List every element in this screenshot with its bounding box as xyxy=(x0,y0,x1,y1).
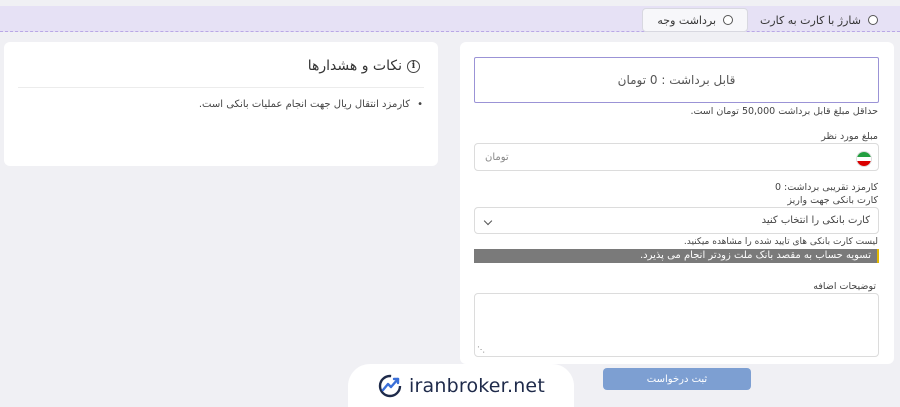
amount-label: مبلغ مورد نظر xyxy=(821,131,878,142)
fee-text: کارمزد تقریبی برداشت: 0 xyxy=(774,182,878,193)
info-icon: i xyxy=(407,59,420,73)
radio-icon[interactable] xyxy=(723,15,733,25)
amount-field[interactable]: تومان xyxy=(474,143,879,171)
radio-icon[interactable] xyxy=(868,15,878,25)
tab-bar: شارژ با کارت به کارت برداشت وجه xyxy=(0,6,900,32)
description-label: توضیحات اضافه xyxy=(813,281,876,292)
trend-chart-icon xyxy=(378,374,402,397)
settlement-notice: تسویه حساب به مقصد بانک ملت زودتر انجام … xyxy=(474,249,879,263)
card-label: کارت بانکی جهت واریز xyxy=(787,195,878,206)
chevron-down-icon xyxy=(483,216,493,226)
min-amount-note: حداقل مبلغ قابل برداشت 50,000 تومان است. xyxy=(690,106,878,117)
submit-request-button[interactable]: ثبت درخواست xyxy=(603,368,751,390)
iran-flag-icon xyxy=(856,151,872,167)
logo-text: iranbroker.net xyxy=(409,374,545,397)
amount-placeholder: تومان xyxy=(485,152,509,163)
card-hint: لیست کارت بانکی های تایید شده را مشاهده … xyxy=(683,237,878,247)
select-value: کارت بانکی را انتخاب کنید xyxy=(761,215,870,226)
description-textarea[interactable]: ⋰ xyxy=(474,293,879,357)
balance-display: قابل برداشت : 0 تومان xyxy=(474,57,879,103)
bank-card-select[interactable]: کارت بانکی را انتخاب کنید xyxy=(474,207,879,234)
tab-card-to-card-charge[interactable]: شارژ با کارت به کارت xyxy=(760,8,878,32)
notes-title: i نکات و هشدارها xyxy=(308,58,420,74)
tab-label: برداشت وجه xyxy=(657,13,716,27)
tab-withdraw[interactable]: برداشت وجه xyxy=(642,8,748,32)
list-item: کارمزد انتقال ریال جهت انجام عملیات بانک… xyxy=(199,99,423,110)
resize-handle-icon[interactable]: ⋰ xyxy=(477,345,485,354)
notes-panel: i نکات و هشدارها کارمزد انتقال ریال جهت … xyxy=(4,42,438,166)
divider xyxy=(18,87,424,88)
iranbroker-logo: iranbroker.net xyxy=(348,364,574,407)
tab-label: شارژ با کارت به کارت xyxy=(759,13,861,27)
